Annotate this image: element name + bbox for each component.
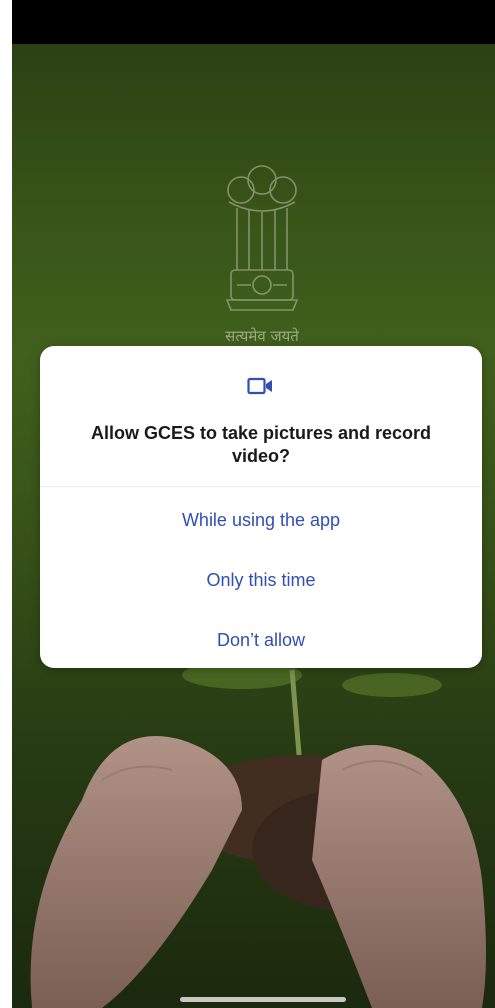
app-screen: सत्यमेव जयते Allow GCES to take pictures… — [12, 0, 495, 1008]
permission-dialog: Allow GCES to take pictures and record v… — [40, 346, 482, 668]
status-bar — [12, 0, 495, 44]
only-this-time-button[interactable]: Only this time — [40, 556, 482, 604]
divider — [40, 486, 482, 487]
home-indicator[interactable] — [180, 997, 346, 1002]
dont-allow-button[interactable]: Don’t allow — [40, 616, 482, 664]
video-camera-icon — [247, 377, 275, 395]
permission-dialog-title: Allow GCES to take pictures and record v… — [90, 423, 432, 466]
while-using-app-button[interactable]: While using the app — [40, 496, 482, 544]
